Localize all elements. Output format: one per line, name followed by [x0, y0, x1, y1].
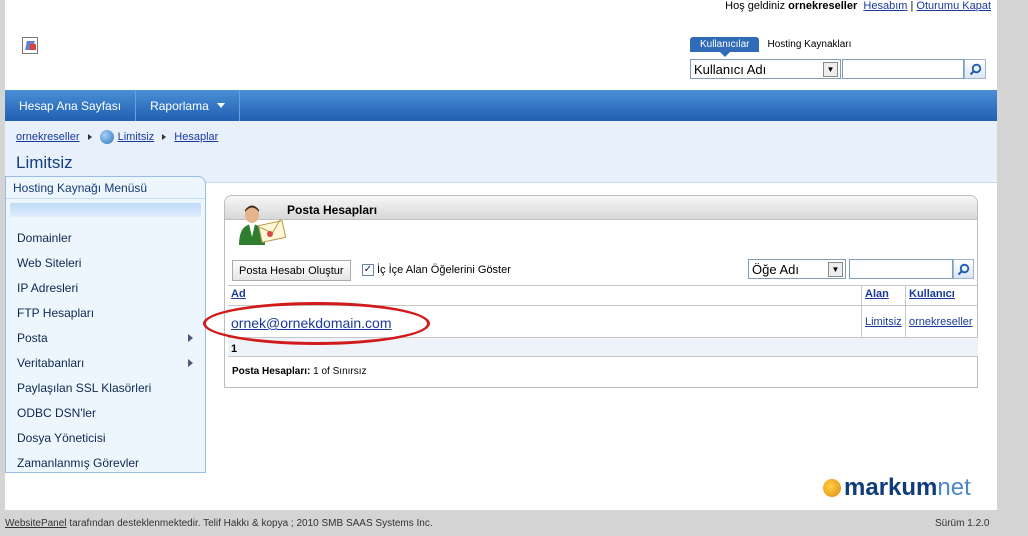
nav-account-home-label: Hesap Ana Sayfası: [19, 98, 122, 113]
show-nested-label: İç İçe Alan Öğelerini Göster: [377, 264, 511, 276]
side-menu-title: Hosting Kaynağı Menüsü: [6, 177, 205, 199]
username: ornekreseller: [788, 0, 858, 12]
table-top-border: [228, 285, 978, 286]
panel-footer-value: 1 of Sınırsız: [313, 366, 367, 377]
side-menu-item-scheduled-tasks[interactable]: Zamanlanmış Görevler: [6, 450, 205, 475]
side-menu-item-label: ODBC DSN'ler: [17, 405, 96, 420]
side-menu-bar: [10, 203, 201, 217]
filter-search-button[interactable]: [953, 259, 974, 279]
nav-account-home[interactable]: Hesap Ana Sayfası: [5, 90, 137, 121]
side-menu-item-ip-addresses[interactable]: IP Adresleri: [6, 275, 205, 300]
app-logo-icon[interactable]: [22, 37, 38, 54]
brand-dot-icon: [823, 479, 841, 497]
brand-logo: markum net: [823, 474, 971, 502]
nav-reporting[interactable]: Raporlama: [136, 90, 240, 121]
account-link[interactable]: Hesabım: [863, 0, 907, 12]
side-menu-item-databases[interactable]: Veritabanları: [6, 350, 205, 375]
column-header-user[interactable]: Kullanıcı: [909, 288, 955, 300]
search-icon: [957, 263, 970, 275]
breadcrumb-item-space[interactable]: Limitsiz: [118, 131, 155, 143]
websitepanel-link[interactable]: WebsitePanel: [5, 518, 67, 529]
caret-down-icon: [216, 103, 225, 108]
nav-reporting-label: Raporlama: [150, 98, 209, 113]
side-menu-item-label: Veritabanları: [17, 355, 85, 370]
user-mail-icon: [239, 205, 287, 245]
breadcrumb-item-user[interactable]: ornekreseller: [16, 131, 80, 143]
search-field-select[interactable]: Kullanıcı Adı ▼: [690, 59, 841, 79]
footer-credits-text: tarafından desteklenmektedir. Telif Hakk…: [69, 518, 433, 529]
side-menu-item-file-manager[interactable]: Dosya Yöneticisi: [6, 425, 205, 450]
pager-border: [228, 356, 978, 357]
breadcrumb-item-accounts[interactable]: Hesaplar: [174, 131, 218, 143]
side-menu-item-label: IP Adresleri: [17, 280, 79, 295]
panel-title: Posta Hesapları: [225, 196, 977, 220]
panel-footer-label: Posta Hesapları:: [232, 366, 311, 377]
search-field-select-value: Kullanıcı Adı: [694, 61, 767, 77]
side-menu-item-label: Paylaşılan SSL Klasörleri: [17, 380, 152, 395]
page-title: Limitsiz: [16, 153, 73, 172]
column-header-space[interactable]: Alan: [865, 288, 889, 300]
side-menu-item-websites[interactable]: Web Siteleri: [6, 250, 205, 275]
breadcrumb: ornekreseller Limitsiz Hesaplar: [16, 130, 218, 144]
panel-footer: Posta Hesapları: 1 of Sınırsız: [232, 366, 367, 377]
breadcrumb-arrow-icon: [162, 134, 167, 140]
row-space-link[interactable]: Limitsiz: [865, 316, 902, 328]
row-user-link[interactable]: ornekreseller: [909, 316, 973, 328]
show-nested-checkbox[interactable]: ✓: [362, 264, 374, 276]
side-menu-item-label: Domainler: [17, 230, 72, 245]
side-menu-item-mail[interactable]: Posta: [6, 325, 205, 350]
welcome-separator: |: [910, 0, 914, 12]
tab-hosting-resources[interactable]: Hosting Kaynakları: [767, 39, 851, 50]
side-menu-item-label: Dosya Yöneticisi: [17, 430, 106, 445]
logout-link[interactable]: Oturumu Kapat: [916, 0, 991, 12]
version-label: Sürüm 1.2.0: [935, 518, 990, 529]
column-header-name[interactable]: Ad: [231, 288, 246, 300]
tab-users[interactable]: Kullanıcılar: [690, 37, 760, 57]
search-tabs: Kullanıcılar Hosting Kaynakları: [690, 37, 851, 57]
side-menu-item-label: FTP Hesapları: [17, 305, 95, 320]
filter-input[interactable]: [849, 259, 953, 279]
side-menu-item-odbc[interactable]: ODBC DSN'ler: [6, 400, 205, 425]
search-button[interactable]: [964, 59, 986, 79]
page: Hoş geldiniz ornekreseller Hesabım | Otu…: [5, 0, 997, 510]
side-menu-item-ftp[interactable]: FTP Hesapları: [6, 300, 205, 325]
create-mail-account-button[interactable]: Posta Hesabı Oluştur: [232, 260, 351, 281]
submenu-arrow-icon: [188, 359, 193, 367]
filter-field-select[interactable]: Öğe Adı ▼: [748, 259, 846, 279]
side-menu-item-label: Web Siteleri: [17, 255, 82, 270]
brand-name: markum: [844, 474, 938, 501]
chevron-down-icon: ▼: [828, 261, 843, 277]
welcome-bar: Hoş geldiniz ornekreseller Hesabım | Otu…: [725, 0, 991, 12]
welcome-text: Hoş geldiniz: [725, 0, 786, 12]
side-menu-item-label: Posta: [17, 330, 48, 345]
search-icon: [969, 63, 981, 75]
side-menu-item-label: Zamanlanmış Görevler: [17, 455, 140, 470]
footer-credits: WebsitePanel tarafından desteklenmektedi…: [5, 518, 433, 529]
pager-page-number[interactable]: 1: [231, 343, 237, 355]
side-menu: Hosting Kaynağı Menüsü Domainler Web Sit…: [5, 176, 206, 473]
brand-suffix: net: [937, 474, 971, 501]
globe-icon: [99, 130, 114, 144]
side-menu-item-shared-ssl[interactable]: Paylaşılan SSL Klasörleri: [6, 375, 205, 400]
highlight-annotation: [203, 302, 430, 345]
breadcrumb-arrow-icon: [87, 134, 92, 140]
submenu-arrow-icon: [188, 334, 193, 342]
filter-field-select-value: Öğe Adı: [752, 261, 799, 277]
side-menu-item-domains[interactable]: Domainler: [6, 225, 205, 250]
main-nav: Hesap Ana Sayfası Raporlama: [5, 90, 997, 121]
side-menu-list: Domainler Web Siteleri IP Adresleri FTP …: [6, 217, 205, 475]
chevron-down-icon: ▼: [823, 61, 838, 77]
search-input[interactable]: [842, 59, 964, 79]
